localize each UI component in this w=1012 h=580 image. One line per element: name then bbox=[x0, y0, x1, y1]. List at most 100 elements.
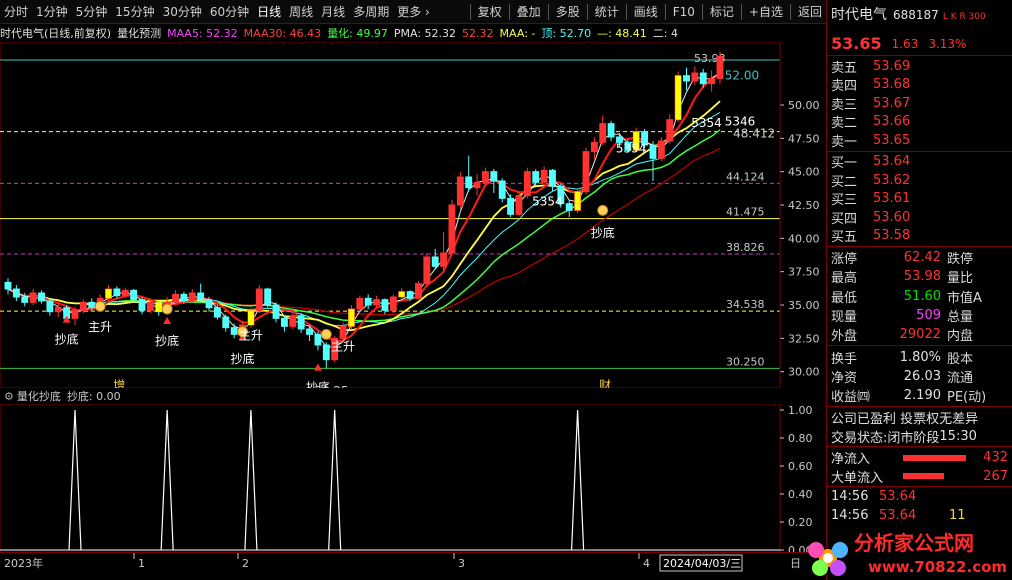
candle-body[interactable] bbox=[255, 288, 263, 311]
candle-body[interactable] bbox=[38, 292, 45, 302]
tab-period-10[interactable]: 更多 › bbox=[393, 1, 434, 23]
toolbar-button-6[interactable]: 标记 bbox=[706, 1, 738, 23]
candle-body[interactable] bbox=[88, 301, 96, 309]
tab-period-0[interactable]: 分时 bbox=[0, 1, 32, 23]
tab-period-3[interactable]: 15分钟 bbox=[111, 1, 158, 23]
candle-body[interactable] bbox=[607, 123, 615, 138]
ask-row[interactable]: 卖二 53.66 bbox=[827, 113, 1012, 131]
chaodi-spike[interactable] bbox=[328, 409, 342, 551]
candle-body[interactable] bbox=[280, 317, 288, 327]
toolbar-button-2[interactable]: 多股 bbox=[552, 1, 584, 23]
ask-row[interactable]: 卖五 53.69 bbox=[827, 57, 1012, 76]
ask-row[interactable]: 卖三 53.67 bbox=[827, 94, 1012, 113]
candle-body[interactable] bbox=[540, 169, 548, 183]
chaodi-spike[interactable] bbox=[244, 409, 258, 551]
bid-row[interactable]: 买二 53.62 bbox=[827, 171, 1012, 190]
bid-row[interactable]: 买三 53.61 bbox=[827, 190, 1012, 208]
candle-body[interactable] bbox=[549, 169, 556, 187]
candle-body[interactable] bbox=[264, 288, 272, 306]
signal-candle[interactable] bbox=[398, 291, 405, 297]
candle-body[interactable] bbox=[180, 293, 188, 302]
signal-candle[interactable] bbox=[675, 75, 682, 120]
candle-body[interactable] bbox=[4, 281, 12, 290]
candle-body[interactable] bbox=[222, 316, 230, 329]
tab-period-7[interactable]: 周线 bbox=[285, 1, 317, 23]
candle-body[interactable] bbox=[448, 204, 456, 254]
candle-body[interactable] bbox=[498, 180, 506, 199]
candlestick-chart[interactable]: 50.00 47.50 45.00 42.50 40.00 37.50 35.00 32.50… bbox=[0, 42, 826, 388]
candle-body[interactable] bbox=[21, 296, 29, 303]
chaodi-spike[interactable] bbox=[68, 409, 82, 551]
bid-row[interactable]: 买五 53.58 bbox=[827, 227, 1012, 245]
candle-body[interactable] bbox=[507, 197, 515, 215]
candle-body[interactable] bbox=[565, 203, 573, 211]
toolbar-button-0[interactable]: 复权 bbox=[474, 1, 506, 23]
toolbar-button-8[interactable]: 返回 bbox=[794, 1, 826, 23]
candle-body[interactable] bbox=[699, 72, 707, 85]
candle-body[interactable] bbox=[431, 256, 439, 267]
tick-row[interactable]: 14:56 53.64 bbox=[827, 487, 1012, 506]
candle-body[interactable] bbox=[172, 293, 179, 303]
candle-body[interactable] bbox=[456, 176, 464, 206]
toolbar-button-4[interactable]: 画线 bbox=[630, 1, 662, 23]
bid-row[interactable]: 买四 53.60 bbox=[827, 208, 1012, 227]
candle-body[interactable] bbox=[54, 307, 62, 313]
candle-body[interactable] bbox=[582, 151, 590, 193]
ask-row[interactable]: 卖四 53.68 bbox=[827, 76, 1012, 94]
toolbar-button-3[interactable]: 统计 bbox=[591, 1, 623, 23]
candle-body[interactable] bbox=[230, 327, 238, 335]
signal-candle[interactable] bbox=[247, 310, 254, 325]
candle-body[interactable] bbox=[708, 77, 716, 85]
candle-body[interactable] bbox=[415, 283, 422, 299]
candle-body[interactable] bbox=[666, 119, 674, 142]
toolbar-button-7[interactable]: +自选 bbox=[745, 1, 787, 23]
sub-indicator-title[interactable]: 量化抄底 bbox=[17, 388, 61, 404]
candle-body[interactable] bbox=[29, 292, 37, 303]
candle-body[interactable] bbox=[716, 55, 724, 79]
candle-body[interactable] bbox=[306, 328, 313, 335]
tab-period-6[interactable]: 日线 bbox=[253, 1, 285, 23]
candle-body[interactable] bbox=[188, 292, 196, 302]
candle-body[interactable] bbox=[197, 292, 205, 301]
candle-body[interactable] bbox=[440, 252, 448, 267]
candle-body[interactable] bbox=[289, 315, 297, 327]
candle-body[interactable] bbox=[356, 297, 364, 310]
chaodi-spike[interactable] bbox=[571, 409, 585, 551]
tab-period-4[interactable]: 30分钟 bbox=[159, 1, 206, 23]
toolbar-button-1[interactable]: 叠加 bbox=[513, 1, 545, 23]
candle-body[interactable] bbox=[146, 301, 154, 311]
candle-body[interactable] bbox=[515, 195, 523, 215]
chaodi-signal-chart[interactable]: 1.000.800.600.400.200.00 bbox=[0, 404, 826, 552]
candle-body[interactable] bbox=[339, 325, 347, 339]
candle-body[interactable] bbox=[590, 141, 598, 153]
candle-body[interactable] bbox=[532, 171, 540, 183]
signal-candle[interactable] bbox=[105, 289, 112, 299]
candle-body[interactable] bbox=[406, 291, 414, 299]
candle-body[interactable] bbox=[297, 315, 305, 330]
candle-body[interactable] bbox=[364, 297, 372, 306]
tab-period-5[interactable]: 60分钟 bbox=[206, 1, 253, 23]
candle-body[interactable] bbox=[205, 299, 213, 309]
candle-body[interactable] bbox=[272, 304, 280, 319]
tick-list[interactable]: 14:56 53.64 14:56 53.64 11 bbox=[827, 487, 1012, 524]
candle-body[interactable] bbox=[599, 123, 607, 143]
tab-period-9[interactable]: 多周期 bbox=[349, 1, 393, 23]
tab-period-2[interactable]: 5分钟 bbox=[72, 1, 112, 23]
candle-body[interactable] bbox=[465, 176, 473, 189]
candle-body[interactable] bbox=[381, 299, 389, 311]
ask-row[interactable]: 卖一 53.65 bbox=[827, 131, 1012, 150]
candle-body[interactable] bbox=[138, 299, 146, 311]
candle-body[interactable] bbox=[657, 140, 665, 159]
candle-body[interactable] bbox=[12, 288, 20, 298]
candle-body[interactable] bbox=[121, 289, 129, 297]
candle-body[interactable] bbox=[213, 307, 221, 318]
candle-body[interactable] bbox=[113, 288, 121, 297]
candle-body[interactable] bbox=[79, 301, 87, 311]
candle-body[interactable] bbox=[373, 299, 380, 306]
tab-period-8[interactable]: 月线 bbox=[317, 1, 349, 23]
signal-candle[interactable] bbox=[155, 302, 162, 312]
candle-body[interactable] bbox=[314, 333, 322, 346]
candle-body[interactable] bbox=[322, 344, 330, 361]
toolbar-button-5[interactable]: F10 bbox=[669, 1, 699, 23]
candle-body[interactable] bbox=[490, 171, 498, 182]
